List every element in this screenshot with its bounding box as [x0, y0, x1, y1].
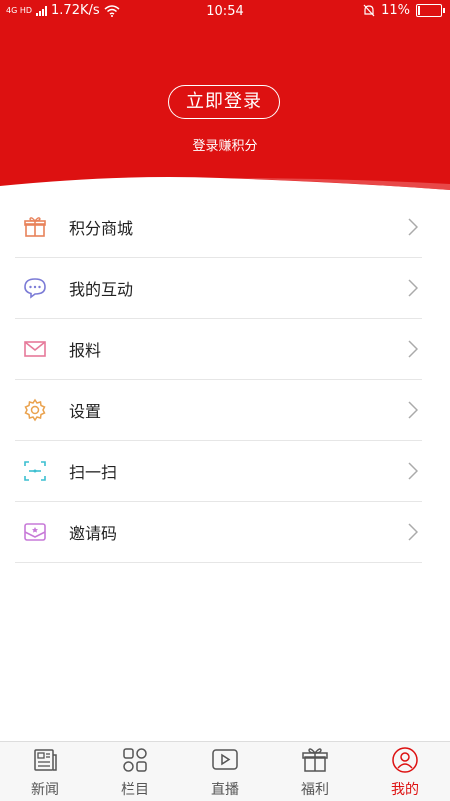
grid-icon	[123, 748, 147, 772]
chevron-right-icon	[408, 523, 418, 541]
battery-level	[418, 6, 420, 15]
gift-icon	[302, 748, 328, 772]
gear-icon	[24, 398, 46, 422]
battery-icon	[416, 4, 445, 17]
menu-item-label: 邀请码	[69, 524, 118, 543]
chevron-right-icon	[408, 401, 418, 419]
status-right: 11%	[363, 3, 445, 18]
bottom-tab-bar: 新闻 栏目 直播 福利 我的	[0, 741, 450, 801]
chevron-right-icon	[408, 279, 418, 297]
gift-icon	[24, 217, 46, 237]
menu-item-settings[interactable]: 设置	[15, 380, 422, 441]
menu-item-label: 扫一扫	[69, 463, 118, 482]
chevron-right-icon	[408, 218, 418, 236]
tab-columns[interactable]: 栏目	[90, 742, 180, 801]
chat-bubble-icon	[24, 278, 46, 299]
login-subtitle: 登录赚积分	[192, 139, 258, 154]
tab-label: 我的	[391, 782, 419, 798]
tab-live[interactable]: 直播	[180, 742, 270, 801]
status-bar: 4G HD 1.72K/s 10:54 11%	[0, 0, 450, 24]
menu-item-points-mall[interactable]: 积分商城	[15, 197, 422, 258]
play-icon	[212, 749, 238, 770]
news-icon	[34, 749, 57, 771]
tab-label: 新闻	[31, 782, 59, 798]
chevron-right-icon	[408, 462, 418, 480]
profile-header: 4G HD 1.72K/s 10:54 11% 立即登录 登录赚积分	[0, 0, 450, 195]
tab-label: 福利	[301, 782, 329, 798]
login-button[interactable]: 立即登录	[168, 85, 280, 119]
menu-item-my-interactions[interactable]: 我的互动	[15, 258, 422, 319]
menu-item-label: 报料	[69, 341, 102, 360]
user-icon	[392, 747, 418, 773]
tab-news[interactable]: 新闻	[0, 742, 90, 801]
menu-item-label: 我的互动	[69, 280, 134, 299]
menu-item-label: 积分商城	[69, 219, 134, 238]
envelope-icon	[24, 341, 46, 357]
menu-list: 积分商城 我的互动 报料 设置 扫一扫 邀请码	[15, 197, 422, 563]
header-wave	[0, 177, 450, 195]
menu-item-scan[interactable]: 扫一扫	[15, 441, 422, 502]
tab-mine[interactable]: 我的	[360, 742, 450, 801]
chevron-right-icon	[408, 340, 418, 358]
tab-benefits[interactable]: 福利	[270, 742, 360, 801]
tab-label: 直播	[211, 782, 239, 798]
menu-item-invite-code[interactable]: 邀请码	[15, 502, 422, 563]
tab-label: 栏目	[121, 782, 149, 798]
mute-bell-icon	[363, 4, 375, 17]
battery-percent: 11%	[381, 3, 410, 18]
menu-item-report[interactable]: 报料	[15, 319, 422, 380]
menu-item-label: 设置	[69, 402, 102, 421]
scan-icon	[24, 461, 46, 481]
invite-card-icon	[24, 523, 46, 541]
